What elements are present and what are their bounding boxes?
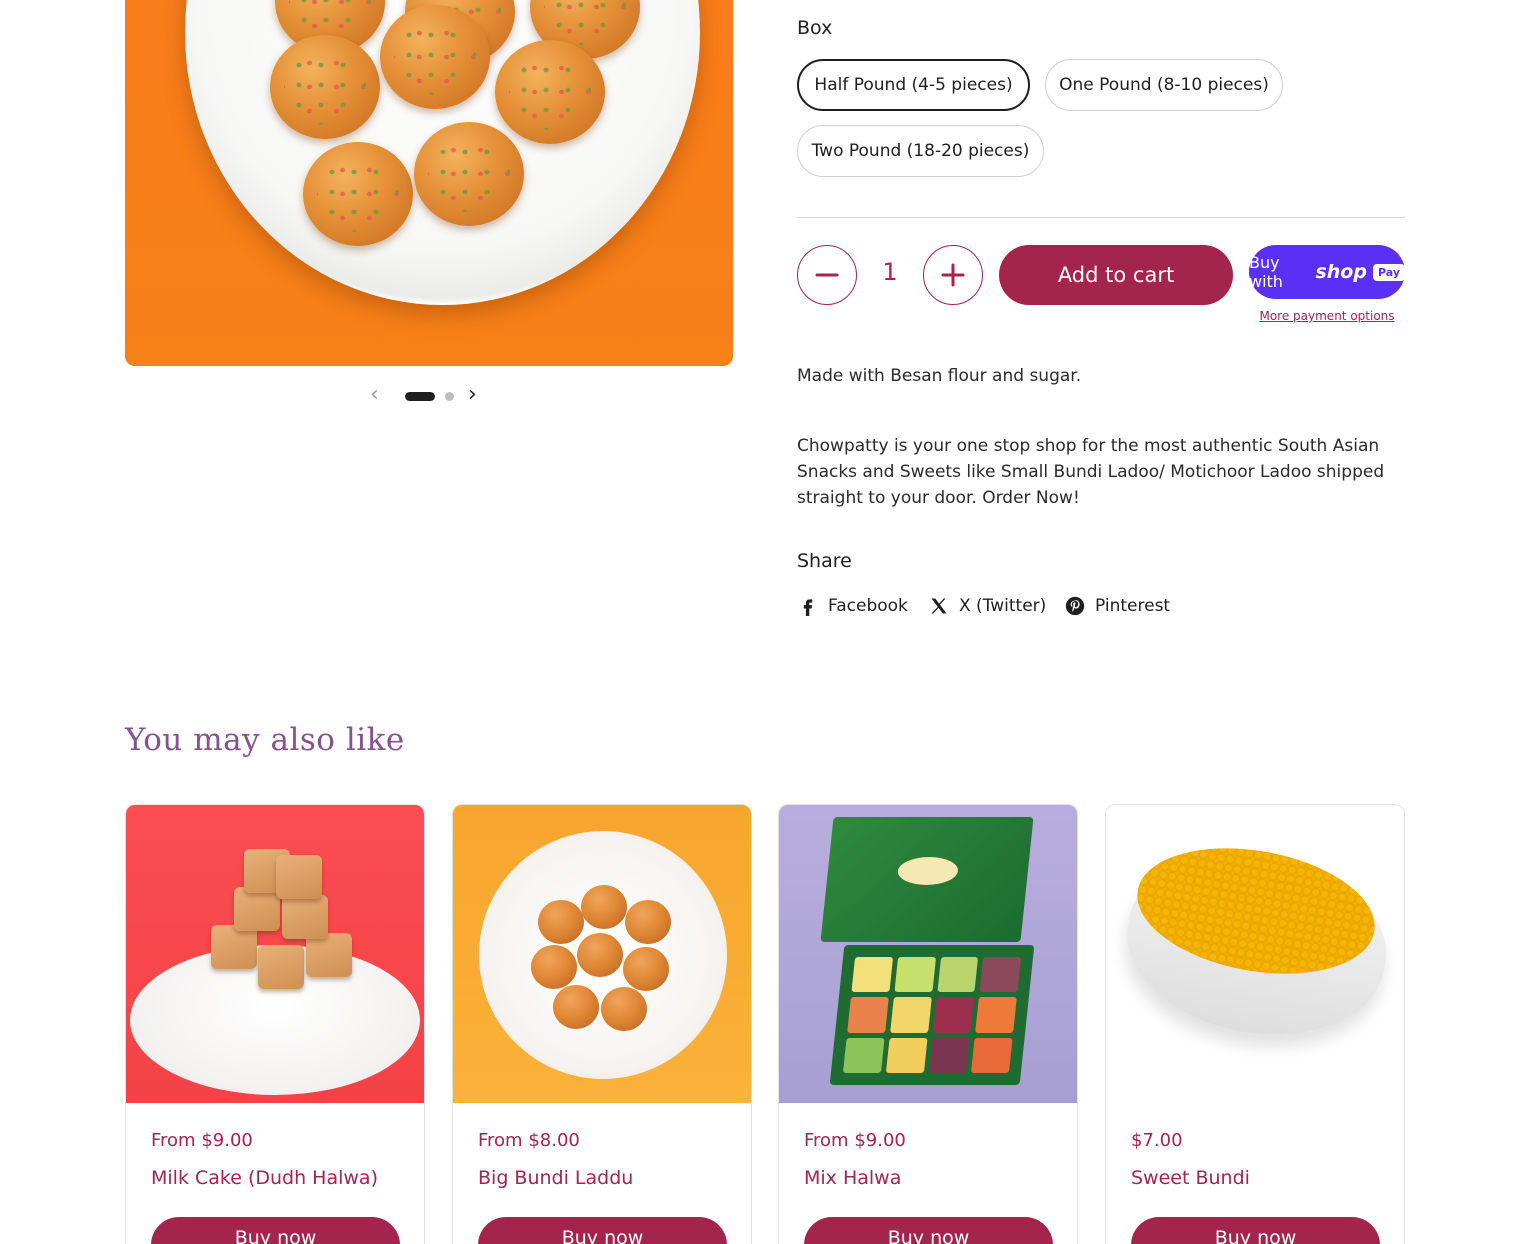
chevron-right-icon[interactable]: › (468, 384, 490, 408)
halwa-piece (894, 957, 936, 993)
ladoo (577, 933, 623, 977)
quantity-input[interactable]: 1 (870, 258, 910, 286)
plus-icon (941, 263, 965, 287)
halwa-piece (975, 997, 1017, 1033)
halwa-piece (889, 997, 932, 1033)
ladoo (623, 947, 669, 991)
ladoo (538, 900, 584, 944)
ladoo (531, 945, 577, 989)
share-title: Share (797, 550, 852, 572)
ladoo (581, 885, 627, 929)
pay-badge: Pay (1372, 263, 1405, 281)
product-card-image[interactable] (779, 805, 1077, 1103)
halwa-piece (932, 997, 975, 1033)
share-pinterest-label: Pinterest (1095, 596, 1171, 616)
ladoo (380, 5, 490, 109)
ladoo (625, 900, 671, 944)
product-name[interactable]: Big Bundi Laddu (478, 1167, 633, 1189)
divider (797, 217, 1405, 218)
pinterest-icon (1064, 595, 1086, 617)
sweet-piece (234, 887, 280, 931)
product-price: $7.00 (1131, 1130, 1183, 1151)
decrease-quantity-button[interactable] (797, 245, 857, 305)
halwa-piece (885, 1037, 928, 1073)
product-name[interactable]: Sweet Bundi (1131, 1167, 1250, 1189)
chevron-left-icon[interactable]: ‹ (370, 384, 392, 408)
shop-logo: shop (1315, 261, 1367, 283)
halwa-piece (928, 1037, 970, 1073)
recommendations-title: You may also like (125, 722, 405, 758)
sweet-piece (258, 945, 304, 989)
gift-box-lid (820, 817, 1034, 942)
halwa-piece (851, 957, 893, 993)
slide-indicator-active[interactable] (405, 392, 435, 401)
share-twitter-label: X (Twitter) (959, 596, 1047, 616)
ladoo (303, 142, 413, 246)
product-card[interactable]: From $9.00 Mix Halwa Buy now (778, 804, 1078, 1244)
share-twitter-link[interactable]: X (Twitter) (928, 594, 1046, 618)
shop-pay-button[interactable]: Buy with shop Pay (1249, 245, 1405, 299)
ladoo (601, 987, 647, 1031)
product-image (125, 0, 733, 366)
sweet-piece (306, 933, 352, 977)
product-description-short: Made with Besan flour and sugar. (797, 366, 1082, 386)
sweet-piece (211, 925, 257, 969)
share-facebook-link[interactable]: Facebook (797, 594, 908, 618)
halwa-piece (847, 997, 889, 1033)
sweet-piece (276, 855, 322, 899)
product-price: From $8.00 (478, 1130, 580, 1151)
halwa-piece (979, 957, 1022, 993)
gift-box-tray (829, 945, 1035, 1085)
add-to-cart-button[interactable]: Add to cart (999, 245, 1233, 305)
halwa-piece (936, 957, 979, 993)
minus-icon (815, 273, 839, 277)
share-facebook-label: Facebook (828, 596, 908, 616)
product-card-image[interactable] (126, 805, 424, 1103)
x-twitter-icon (928, 595, 950, 617)
product-name[interactable]: Milk Cake (Dudh Halwa) (151, 1167, 378, 1189)
option-one-pound[interactable]: One Pound (8-10 pieces) (1045, 59, 1283, 111)
slide-indicator[interactable] (445, 392, 454, 401)
ladoo (495, 40, 605, 144)
halwa-piece (842, 1037, 885, 1073)
ladoo (270, 35, 380, 139)
product-name[interactable]: Mix Halwa (804, 1167, 901, 1189)
product-card[interactable]: From $9.00 Milk Cake (Dudh Halwa) Buy no… (125, 804, 425, 1244)
more-payment-options-link[interactable]: More payment options (1249, 309, 1405, 323)
gallery-navigation: ‹ › (370, 384, 490, 408)
increase-quantity-button[interactable] (923, 245, 983, 305)
share-pinterest-link[interactable]: Pinterest (1064, 594, 1170, 618)
sweet-piece (282, 895, 328, 939)
buy-now-button[interactable]: Buy now (804, 1217, 1053, 1244)
variant-label: Box (797, 17, 833, 39)
facebook-icon (797, 595, 819, 617)
option-half-pound[interactable]: Half Pound (4-5 pieces) (797, 59, 1030, 111)
product-card[interactable]: From $8.00 Big Bundi Laddu Buy now (452, 804, 752, 1244)
product-card-image[interactable] (1106, 805, 1404, 1103)
option-two-pound[interactable]: Two Pound (18-20 pieces) (797, 125, 1044, 177)
buy-now-button[interactable]: Buy now (478, 1217, 727, 1244)
buy-now-button[interactable]: Buy now (151, 1217, 400, 1244)
ladoo (553, 985, 599, 1029)
product-price: From $9.00 (804, 1130, 906, 1151)
product-card[interactable]: $7.00 Sweet Bundi Buy now (1105, 804, 1405, 1244)
product-price: From $9.00 (151, 1130, 253, 1151)
product-card-image[interactable] (453, 805, 751, 1103)
shop-pay-prefix: Buy with (1249, 253, 1283, 291)
buy-now-button[interactable]: Buy now (1131, 1217, 1380, 1244)
product-description-long: Chowpatty is your one stop shop for the … (797, 436, 1385, 508)
ladoo (414, 122, 524, 226)
halwa-piece (971, 1037, 1013, 1073)
